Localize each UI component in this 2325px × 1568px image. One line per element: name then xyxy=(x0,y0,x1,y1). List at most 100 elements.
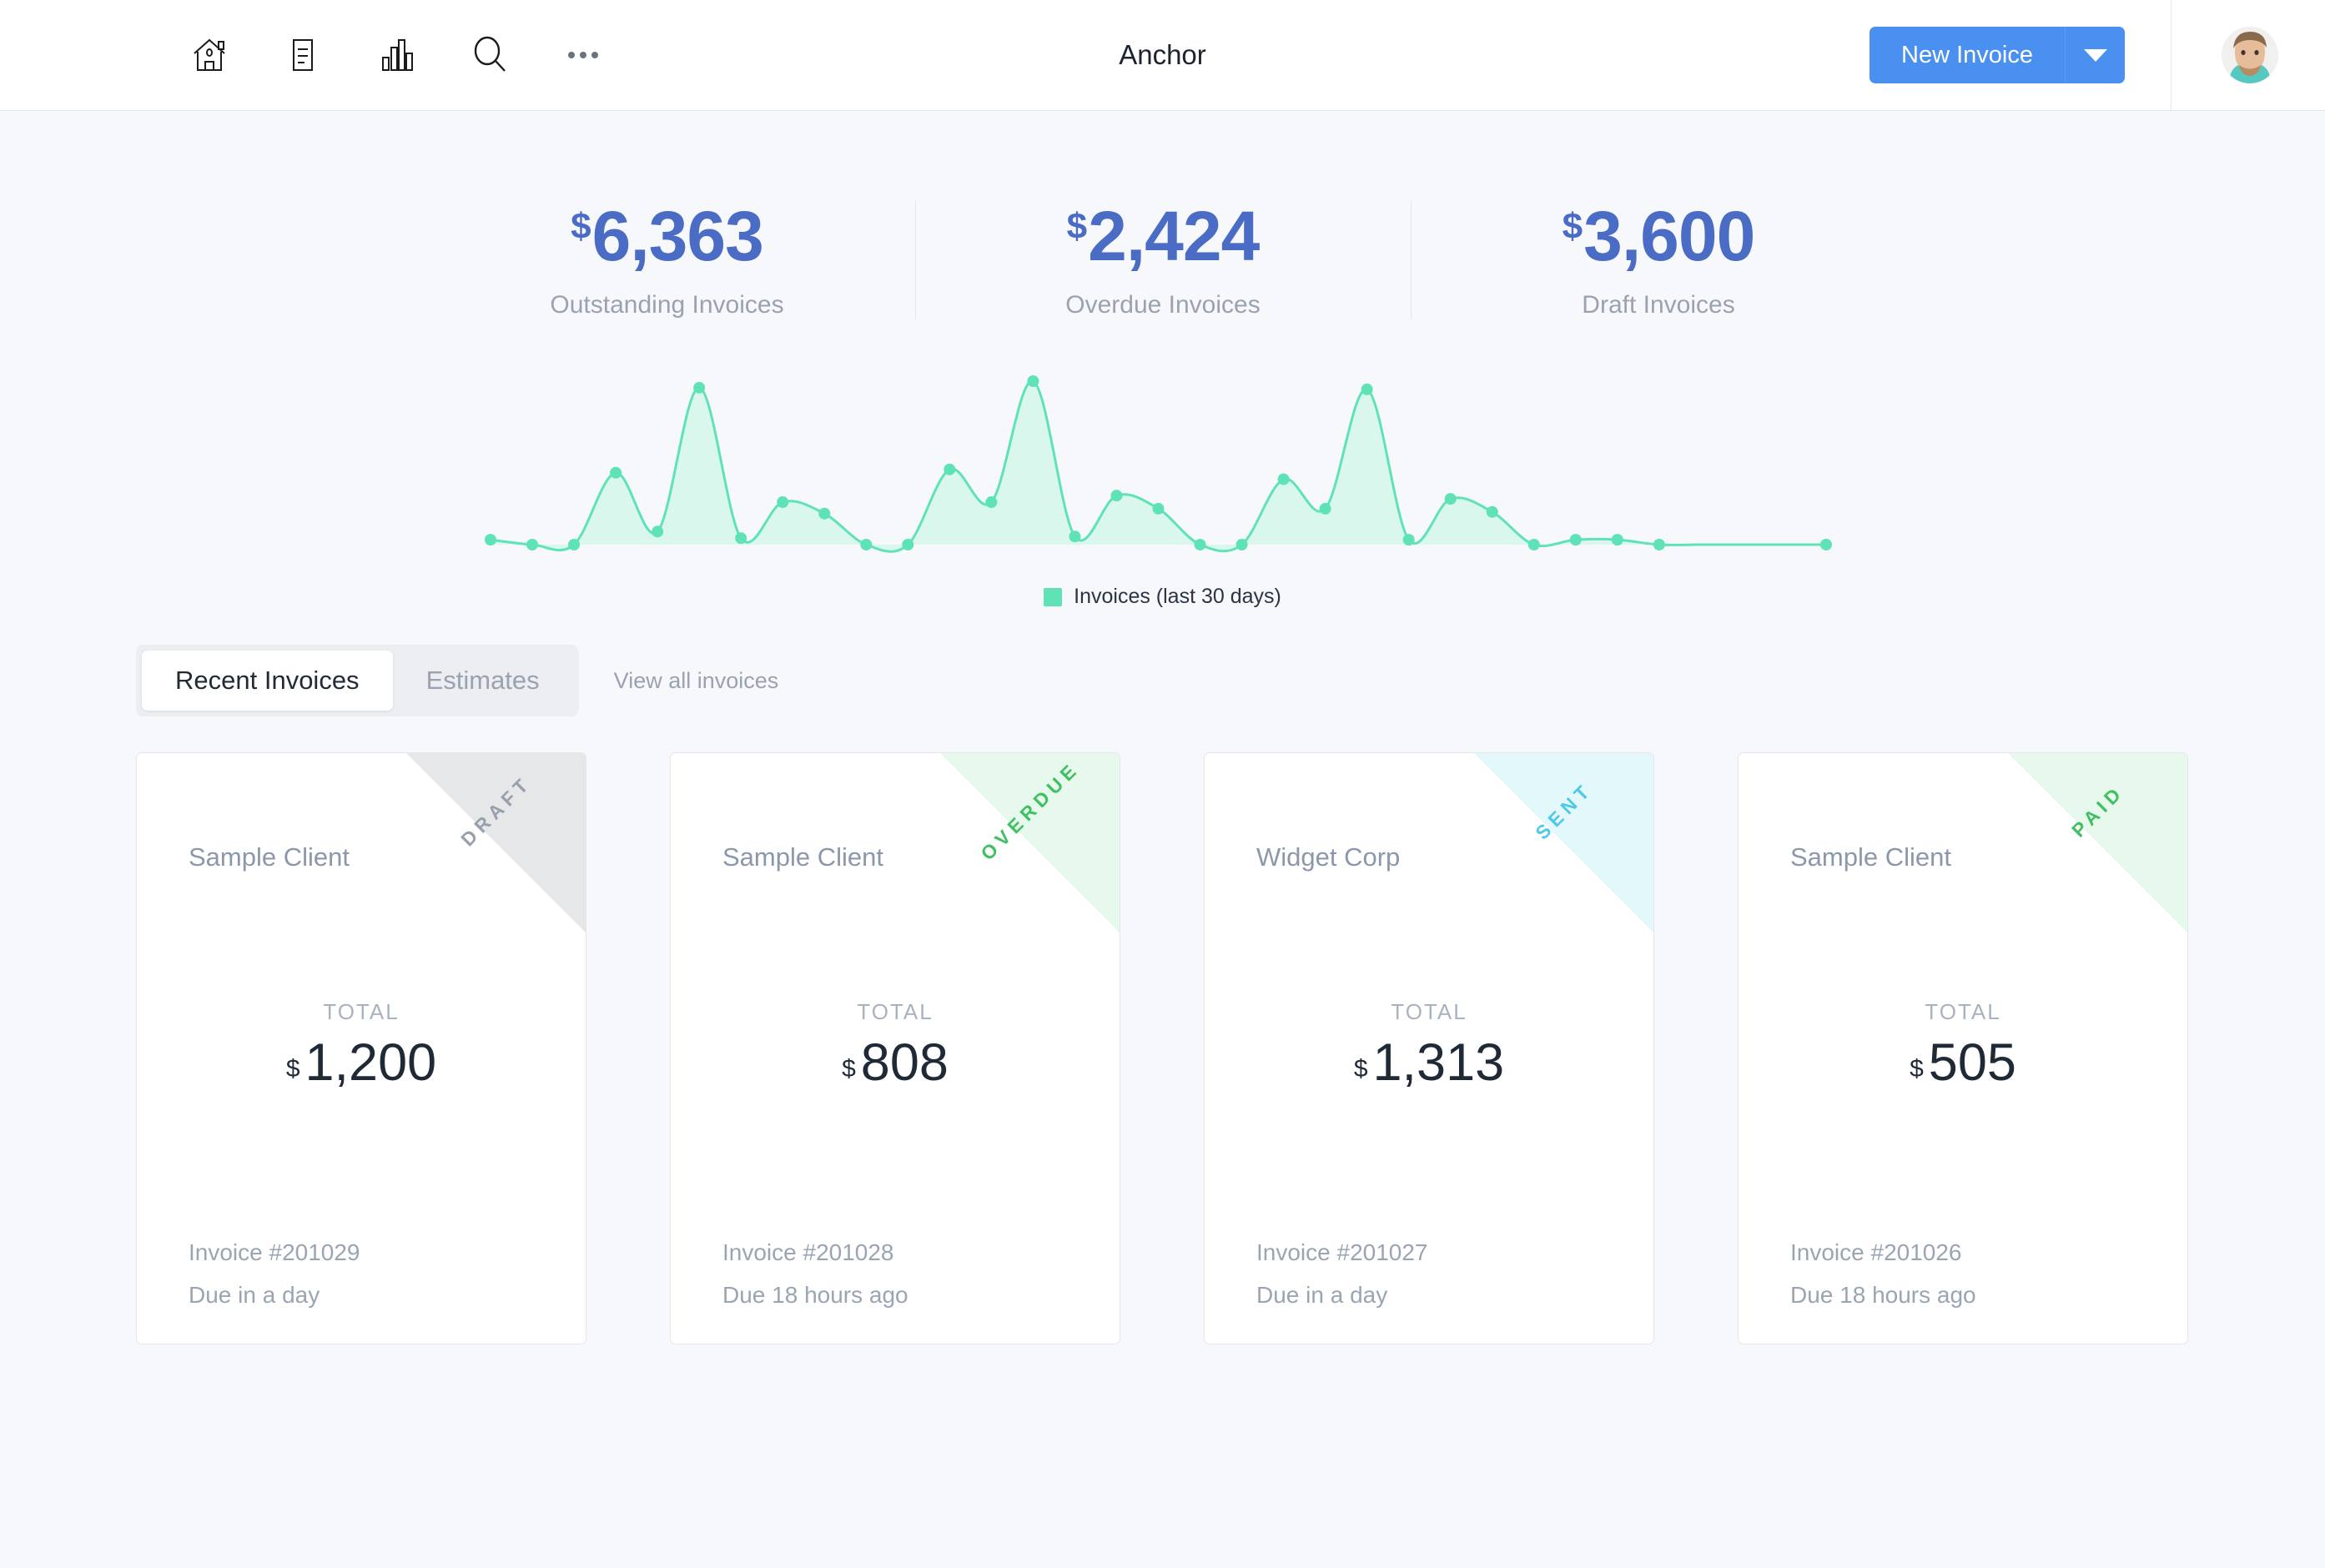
chart-data-point[interactable] xyxy=(777,496,788,508)
invoice-number: Invoice #201028 xyxy=(722,1239,894,1266)
currency-symbol: $ xyxy=(571,206,590,247)
chart-data-point[interactable] xyxy=(1320,503,1331,515)
chart-data-point[interactable] xyxy=(652,525,663,537)
header-actions: New Invoice xyxy=(1870,0,2325,110)
stat-outstanding-invoices: $6,363 Outstanding Invoices xyxy=(420,201,915,319)
stat-overdue-invoices: $2,424 Overdue Invoices xyxy=(915,201,1411,319)
chart-data-point[interactable] xyxy=(1110,490,1122,501)
chart-data-point[interactable] xyxy=(1236,539,1248,550)
stat-value: $2,424 xyxy=(924,201,1402,271)
chart-data-point[interactable] xyxy=(860,539,872,550)
stat-value: $3,600 xyxy=(1420,201,1898,271)
chart-data-point[interactable] xyxy=(568,539,580,550)
chart-data-point[interactable] xyxy=(526,539,538,550)
currency-symbol: $ xyxy=(1067,206,1086,247)
content-tabs-row: Recent Invoices Estimates View all invoi… xyxy=(0,645,2325,716)
chart-data-point[interactable] xyxy=(1445,493,1457,505)
total-label: TOTAL xyxy=(671,999,1120,1025)
stat-number: 2,424 xyxy=(1088,197,1259,275)
invoice-number: Invoice #201026 xyxy=(1790,1239,1962,1266)
invoice-amount: $1,313 xyxy=(1205,1034,1653,1092)
invoice-card[interactable]: Sample Client OVERDUE TOTAL $808 Invoice… xyxy=(670,752,1120,1344)
chart-data-point[interactable] xyxy=(1153,503,1165,515)
chart-data-point[interactable] xyxy=(1403,534,1415,545)
chart-data-point[interactable] xyxy=(1195,539,1206,550)
invoice-amount: $505 xyxy=(1739,1034,2187,1092)
chart-data-point[interactable] xyxy=(1612,534,1623,545)
chart-data-point[interactable] xyxy=(902,539,913,550)
invoice-due-text: Due 18 hours ago xyxy=(722,1282,908,1309)
tab-recent-invoices[interactable]: Recent Invoices xyxy=(142,651,393,711)
tab-group: Recent Invoices Estimates xyxy=(136,645,579,716)
ribbon-triangle xyxy=(1474,753,1653,932)
currency-symbol: $ xyxy=(286,1055,300,1083)
chart-data-point[interactable] xyxy=(735,532,747,544)
invoice-client-name: Sample Client xyxy=(1790,842,1951,872)
chart-legend: Invoices (last 30 days) xyxy=(0,585,2325,609)
legend-swatch-icon xyxy=(1044,588,1062,606)
stat-label: Overdue Invoices xyxy=(924,291,1402,319)
chart-data-point[interactable] xyxy=(985,496,997,508)
chart-data-point[interactable] xyxy=(1069,530,1080,542)
avatar-container xyxy=(2171,0,2325,110)
view-all-invoices-link[interactable]: View all invoices xyxy=(614,668,779,694)
status-badge: PAID xyxy=(2008,753,2187,932)
status-badge: SENT xyxy=(1474,753,1653,932)
status-badge: DRAFT xyxy=(406,753,586,932)
stat-label: Outstanding Invoices xyxy=(428,291,907,319)
invoices-chart: Invoices (last 30 days) xyxy=(0,371,2325,613)
chevron-down-icon[interactable] xyxy=(2065,27,2125,83)
currency-symbol: $ xyxy=(842,1055,856,1083)
total-label: TOTAL xyxy=(1205,999,1653,1025)
chart-data-point[interactable] xyxy=(1570,534,1582,545)
chart-data-point[interactable] xyxy=(1653,539,1665,550)
chart-data-point[interactable] xyxy=(1278,474,1290,485)
invoices-area-chart xyxy=(0,371,2325,580)
chart-data-point[interactable] xyxy=(818,508,830,520)
top-header: Anchor New Invoice xyxy=(0,0,2325,111)
invoice-card[interactable]: Sample Client DRAFT TOTAL $1,200 Invoice… xyxy=(136,752,586,1344)
more-icon[interactable] xyxy=(536,13,630,97)
home-icon[interactable] xyxy=(163,13,256,97)
stat-draft-invoices: $3,600 Draft Invoices xyxy=(1411,201,1906,319)
chart-data-point[interactable] xyxy=(610,467,622,479)
chart-data-point[interactable] xyxy=(1528,539,1540,550)
chart-data-point[interactable] xyxy=(944,464,955,475)
invoice-number: Invoice #201027 xyxy=(1256,1239,1428,1266)
amount-number: 1,313 xyxy=(1373,1033,1505,1092)
stat-label: Draft Invoices xyxy=(1420,291,1898,319)
search-icon[interactable] xyxy=(443,13,536,97)
invoice-number: Invoice #201029 xyxy=(189,1239,360,1266)
caret-triangle xyxy=(2084,49,2107,62)
invoice-client-name: Sample Client xyxy=(189,842,350,872)
invoice-card[interactable]: Widget Corp SENT TOTAL $1,313 Invoice #2… xyxy=(1204,752,1654,1344)
invoice-card[interactable]: Sample Client PAID TOTAL $505 Invoice #2… xyxy=(1738,752,2188,1344)
legend-label: Invoices (last 30 days) xyxy=(1074,585,1281,609)
amount-number: 808 xyxy=(861,1033,949,1092)
stats-summary: $6,363 Outstanding Invoices $2,424 Overd… xyxy=(0,201,2325,319)
amount-number: 505 xyxy=(1929,1033,2016,1092)
invoice-cards: Sample Client DRAFT TOTAL $1,200 Invoice… xyxy=(0,752,2325,1344)
chart-data-point[interactable] xyxy=(693,382,705,394)
invoice-due-text: Due in a day xyxy=(189,1282,320,1309)
avatar[interactable] xyxy=(2222,27,2278,83)
ribbon-triangle xyxy=(2008,753,2187,932)
bar-chart-icon[interactable] xyxy=(350,13,443,97)
invoice-client-name: Widget Corp xyxy=(1256,842,1400,872)
chart-data-point[interactable] xyxy=(1487,506,1498,518)
new-invoice-button[interactable]: New Invoice xyxy=(1870,27,2065,83)
currency-symbol: $ xyxy=(1910,1055,1924,1083)
new-invoice-group: New Invoice xyxy=(1870,27,2125,83)
chart-data-point[interactable] xyxy=(1361,384,1373,395)
currency-symbol: $ xyxy=(1354,1055,1368,1083)
stat-value: $6,363 xyxy=(428,201,907,271)
stat-number: 6,363 xyxy=(592,197,763,275)
document-icon[interactable] xyxy=(256,13,350,97)
chart-data-point[interactable] xyxy=(1027,375,1039,387)
invoice-amount: $1,200 xyxy=(137,1034,586,1092)
chart-area-fill xyxy=(491,381,1826,552)
chart-data-point[interactable] xyxy=(1820,539,1832,550)
chart-data-point[interactable] xyxy=(485,534,496,545)
tab-estimates[interactable]: Estimates xyxy=(393,651,573,711)
total-label: TOTAL xyxy=(137,999,586,1025)
